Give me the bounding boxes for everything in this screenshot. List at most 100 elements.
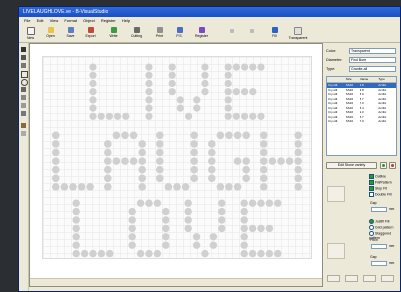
text-tool-icon[interactable] <box>21 87 26 92</box>
justify-fill-radio[interactable]: Justifi Fill <box>369 219 389 224</box>
eraser-tool-icon[interactable] <box>21 131 26 136</box>
write-button[interactable]: Write <box>106 27 121 41</box>
tool-palette <box>19 43 29 291</box>
remove-stone-button[interactable] <box>389 162 396 169</box>
panel-action-button-4[interactable] <box>381 275 394 282</box>
grid-pattern-radio[interactable]: Grid pattern <box>369 225 393 230</box>
print-button[interactable]: Print <box>152 27 167 41</box>
rhinestone-dot <box>294 174 302 183</box>
rhinestone-dot <box>89 104 97 112</box>
gap-field[interactable] <box>371 207 387 212</box>
select-arrow-icon[interactable] <box>21 47 26 52</box>
design-grid[interactable] <box>43 57 311 258</box>
rectangle-icon[interactable] <box>21 71 28 78</box>
line-tool-icon[interactable] <box>21 95 26 100</box>
save-button[interactable]: Save <box>63 27 78 41</box>
arrow-left-icon <box>229 29 234 33</box>
menu-view[interactable]: View <box>50 18 59 23</box>
header-size: Size <box>345 77 352 81</box>
ps-button[interactable]: P.S. <box>172 27 187 41</box>
rhinestone-dot <box>294 131 302 140</box>
stop-fit-label: Stop Fit <box>375 186 388 191</box>
pen-tool-icon[interactable] <box>21 111 26 116</box>
node-edit-icon[interactable] <box>21 55 26 60</box>
rhinestone-dot <box>260 140 268 148</box>
rhinestone-dot <box>240 88 249 96</box>
panel-action-button-1[interactable] <box>327 275 340 282</box>
rhinestone-dot <box>201 79 209 88</box>
fill-pattern-label: Fill/Pattern <box>375 180 392 185</box>
list-item[interactable]: Cry-Hlt SS16 7.0 Acrilic <box>327 119 396 124</box>
rhinestone-dot <box>89 71 97 79</box>
zoom-icon[interactable] <box>21 63 26 68</box>
ellipse-icon[interactable] <box>21 79 28 86</box>
application-window: LIVELAUGHLOVE.ve - B-VisualStudio File E… <box>18 6 401 292</box>
menu-bar: File Edit View Format Object Register He… <box>19 17 400 25</box>
menu-register[interactable]: Register <box>101 18 116 23</box>
add-stone-button[interactable] <box>380 162 387 169</box>
rhinestone-dot <box>72 233 80 241</box>
rhinestone-dot <box>145 112 153 120</box>
design-canvas-area[interactable] <box>29 43 323 287</box>
rhinestone-dot <box>224 112 232 120</box>
menu-object[interactable]: Object <box>83 18 95 23</box>
menu-edit[interactable]: Edit <box>37 18 44 23</box>
rhinestone-dot <box>190 157 198 165</box>
canvas-status-bar <box>30 278 322 286</box>
rhinestone-dot <box>294 140 302 148</box>
brush-tool-icon[interactable] <box>21 123 26 128</box>
cutting-button[interactable]: Cutting <box>129 27 144 41</box>
edit-stone-variety-button[interactable]: Edit Stone variety <box>326 162 377 169</box>
new-button[interactable]: New <box>23 27 38 41</box>
rhinestone-dot <box>136 199 145 207</box>
fill-button[interactable]: Fill <box>267 27 282 41</box>
diameter-field[interactable]: Find Bore <box>349 57 396 63</box>
pitch-unit: mm <box>389 244 395 248</box>
open-button[interactable]: Open <box>43 27 58 41</box>
rhinestone-dot <box>156 174 164 183</box>
title-bar[interactable]: LIVELAUGHLOVE.ve - B-VisualStudio <box>19 7 400 17</box>
pitch-field[interactable] <box>371 244 387 249</box>
menu-format[interactable]: Format <box>64 18 77 23</box>
save-icon <box>67 27 74 33</box>
export-button[interactable]: Export <box>83 27 98 41</box>
rhinestone-dot <box>138 157 146 165</box>
rhinestone-dot <box>128 241 136 249</box>
stop-fit-checkbox[interactable]: Stop Fit <box>369 186 387 191</box>
rhinestone-dot <box>208 140 216 148</box>
color-field[interactable]: Transparent <box>349 48 396 54</box>
rhinestone-dot <box>89 112 97 120</box>
rhinestone-dot <box>145 96 153 104</box>
fill-pattern-checkbox[interactable]: Fill/Pattern <box>369 180 392 185</box>
arrow-left-button[interactable] <box>224 27 239 41</box>
rhinestone-dot <box>274 199 282 207</box>
panel-action-button-3[interactable] <box>363 275 376 282</box>
add-icon <box>382 164 385 167</box>
type-field[interactable]: Granite-all <box>349 66 396 72</box>
double-fill-check-icon <box>369 192 374 197</box>
gap2-field[interactable] <box>371 261 387 266</box>
outline-checkbox[interactable]: Outline <box>369 174 386 179</box>
curve-tool-icon[interactable] <box>21 103 26 108</box>
rhinestone-dot <box>265 224 274 233</box>
register-button[interactable]: Register <box>194 27 209 41</box>
rhinestone-dot <box>224 79 232 88</box>
fill-pattern-check-icon <box>369 180 374 185</box>
rhinestone-dot <box>156 165 164 174</box>
rhinestone-dot <box>233 157 242 165</box>
rhinestone-dot <box>72 249 80 258</box>
rhinestone-dot <box>184 224 192 233</box>
register-label: Register <box>194 34 209 38</box>
rhinestone-dot <box>274 249 282 258</box>
rhinestone-dot <box>233 131 242 140</box>
panel-action-button-2[interactable] <box>345 275 358 282</box>
transparent-button[interactable]: Transparent <box>287 27 309 41</box>
arrow-right-button[interactable] <box>244 27 259 41</box>
rhinestone-dot <box>209 233 218 241</box>
staggered-pattern-radio[interactable]: Staggered pattern <box>369 231 400 240</box>
menu-file[interactable]: File <box>24 18 30 23</box>
double-fill-checkbox[interactable]: Double Fill <box>369 192 392 197</box>
stone-list[interactable]: Size Diame Type Cry-Hlt SS16 3.8 Acrilic Cry… <box>326 76 397 156</box>
rhinestone-dot <box>201 63 209 71</box>
menu-help[interactable]: Help <box>122 18 130 23</box>
